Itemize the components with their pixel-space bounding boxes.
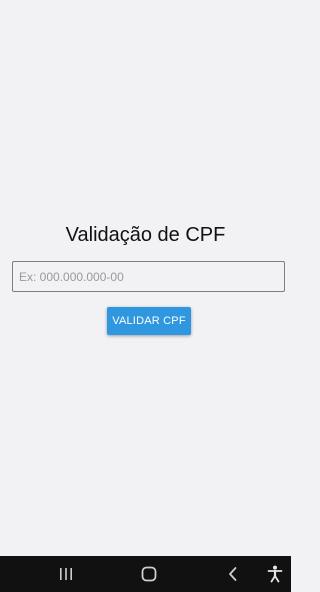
main-content: Validação de CPF VALIDAR CPF: [0, 0, 291, 556]
back-icon: [229, 567, 237, 581]
system-navigation-bar: [0, 556, 291, 592]
page-title: Validação de CPF: [65, 224, 226, 246]
cpf-input[interactable]: [12, 261, 285, 292]
accessibility-icon: [267, 565, 283, 583]
home-icon: [141, 566, 157, 582]
recent-apps-icon: [60, 568, 72, 580]
accessibility-button[interactable]: [259, 556, 291, 592]
home-button[interactable]: [129, 556, 169, 592]
recent-apps-button[interactable]: [46, 556, 86, 592]
validate-cpf-button[interactable]: VALIDAR CPF: [107, 307, 191, 335]
app-screen: Validação de CPF VALIDAR CPF: [0, 0, 291, 592]
back-button[interactable]: [213, 556, 253, 592]
